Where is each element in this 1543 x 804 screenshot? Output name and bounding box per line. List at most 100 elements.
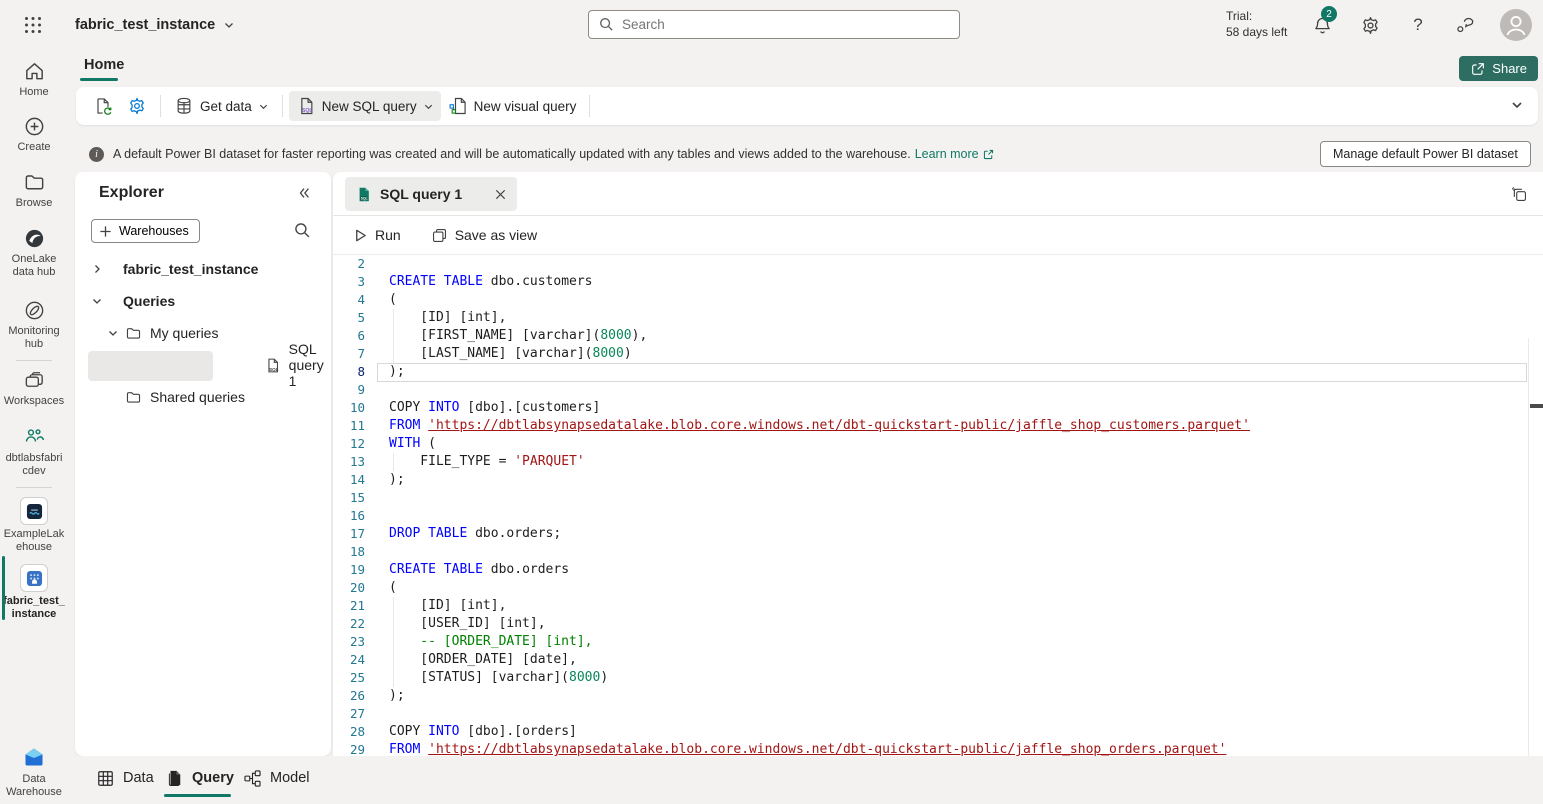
code-line-8[interactable]: 8); [333,363,1543,381]
line-number: 10 [333,399,365,417]
new-visual-query-button[interactable]: New visual query [441,91,584,121]
nav-home[interactable]: Home [0,60,68,99]
workspace-title-label: fabric_test_instance [75,17,215,33]
code-line-12[interactable]: 12WITH ( [333,435,1543,453]
code-line-27[interactable]: 27 [333,705,1543,723]
copy-icon[interactable] [1510,185,1529,204]
settings-button[interactable] [120,91,154,121]
line-number: 25 [333,669,365,687]
code-line-28[interactable]: 28COPY INTO [dbo].[orders] [333,723,1543,741]
app-launcher-icon[interactable] [22,14,44,36]
new-warehouse-button[interactable]: Warehouses [91,219,200,243]
sql-document-icon: SQL [296,96,316,116]
code-line-3[interactable]: 3CREATE TABLE dbo.customers [333,273,1543,291]
share-button[interactable]: Share [1459,56,1538,81]
code-line-9[interactable]: 9 [333,381,1543,399]
code-text: FROM 'https://dbtlabsynapsedatalake.blob… [389,417,1250,435]
code-line-13[interactable]: 13 FILE_TYPE = 'PARQUET' [333,453,1543,471]
tree-label: My queries [150,325,218,341]
collapse-panel-icon[interactable] [297,186,311,200]
sql-code-editor[interactable]: 23CREATE TABLE dbo.customers4(5 [ID] [in… [333,255,1543,756]
line-number: 14 [333,471,365,489]
dataset-info-banner: i A default Power BI dataset for faster … [76,139,1543,169]
get-data-button[interactable]: Get data [167,91,276,121]
nav-item-examplelakehouse[interactable]: ExampleLakehouse [0,497,68,554]
run-button[interactable]: Run [345,222,409,248]
code-line-21[interactable]: 21 [ID] [int], [333,597,1543,615]
code-line-26[interactable]: 26); [333,687,1543,705]
code-text: [ID] [int], [389,309,506,327]
lakehouse-icon [20,497,48,525]
tab-home[interactable]: Home [82,52,126,78]
nav-workspaces[interactable]: Workspaces [0,369,68,408]
new-visual-query-label: New visual query [474,99,577,114]
tab-close-icon[interactable] [494,188,507,201]
code-line-14[interactable]: 14); [333,471,1543,489]
code-line-23[interactable]: 23 -- [ORDER_DATE] [int], [333,633,1543,651]
code-line-29[interactable]: 29FROM 'https://dbtlabsynapsedatalake.bl… [333,741,1543,756]
line-number: 23 [333,633,365,651]
line-number: 16 [333,507,365,525]
tab-sql-query-1[interactable]: SQL SQL query 1 [345,177,517,211]
manage-default-dataset-button[interactable]: Manage default Power BI dataset [1320,141,1531,167]
code-line-7[interactable]: 7 [LAST_NAME] [varchar](8000) [333,345,1543,363]
help-icon[interactable]: ? [1406,13,1430,37]
code-line-20[interactable]: 20( [333,579,1543,597]
code-line-19[interactable]: 19CREATE TABLE dbo.orders [333,561,1543,579]
code-line-5[interactable]: 5 [ID] [int], [333,309,1543,327]
nav-browse[interactable]: Browse [0,171,68,210]
tree-item-warehouse-root[interactable]: fabric_test_instance [75,253,331,285]
code-line-17[interactable]: 17DROP TABLE dbo.orders; [333,525,1543,543]
code-text: ); [389,363,405,381]
collapse-ribbon-chevron-icon[interactable] [1510,98,1524,112]
explorer-search-icon[interactable] [294,222,311,239]
trial-remaining: 58 days left [1226,24,1287,40]
learn-more-link[interactable]: Learn more [915,147,995,161]
code-text: ); [389,471,405,489]
view-switcher-bar: Data Query Model [68,756,1543,804]
user-avatar[interactable] [1500,9,1532,41]
code-line-15[interactable]: 15 [333,489,1543,507]
code-line-22[interactable]: 22 [USER_ID] [int], [333,615,1543,633]
code-line-24[interactable]: 24 [ORDER_DATE] [date], [333,651,1543,669]
save-as-view-label: Save as view [455,227,537,243]
run-play-icon [353,228,368,243]
global-search[interactable] [588,10,960,39]
save-as-view-button[interactable]: Save as view [423,222,545,249]
tree-item-shared-queries[interactable]: Shared queries [75,381,331,413]
query-toolbar: Run Save as view [333,216,1543,255]
nav-onelake-data-hub[interactable]: OneLake data hub [0,227,68,279]
code-line-10[interactable]: 10COPY INTO [dbo].[customers] [333,399,1543,417]
tree-item-queries[interactable]: Queries [75,285,331,317]
code-line-18[interactable]: 18 [333,543,1543,561]
code-line-2[interactable]: 2 [333,255,1543,273]
feedback-icon[interactable] [1452,13,1476,37]
editor-overview-ruler[interactable] [1528,338,1543,756]
line-number: 24 [333,651,365,669]
nav-data-warehouse[interactable]: Data Warehouse [0,744,68,799]
code-line-6[interactable]: 6 [FIRST_NAME] [varchar](8000), [333,327,1543,345]
nav-monitoring-hub[interactable]: Monitoring hub [0,299,68,351]
code-line-16[interactable]: 16 [333,507,1543,525]
settings-gear-icon[interactable] [1358,13,1382,37]
home-tab-underline [80,78,118,81]
svg-text:SQL: SQL [361,196,368,200]
view-tab-model[interactable]: Model [243,756,310,800]
nav-create[interactable]: Create [0,115,68,154]
view-tab-data[interactable]: Data [96,756,154,800]
new-sql-query-button[interactable]: SQL New SQL query [289,91,441,121]
share-icon [1470,61,1486,77]
nav-workspace-dbtlabsfabricdev[interactable]: dbtlabsfabricdev [0,425,68,478]
nav-item-fabric-test-instance[interactable]: fabric_test_instance [0,564,68,621]
tree-label: Queries [123,293,175,309]
code-line-11[interactable]: 11FROM 'https://dbtlabsynapsedatalake.bl… [333,417,1543,435]
workspace-title[interactable]: fabric_test_instance [75,0,235,49]
refresh-semantic-model-button[interactable] [86,91,120,121]
code-text: CREATE TABLE dbo.orders [389,561,569,579]
line-number: 22 [333,615,365,633]
code-line-4[interactable]: 4( [333,291,1543,309]
tree-item-sql-query-1[interactable]: SQL SQL query 1 [75,349,331,381]
search-input[interactable] [622,17,949,32]
info-icon: i [89,147,104,162]
code-line-25[interactable]: 25 [STATUS] [varchar](8000) [333,669,1543,687]
